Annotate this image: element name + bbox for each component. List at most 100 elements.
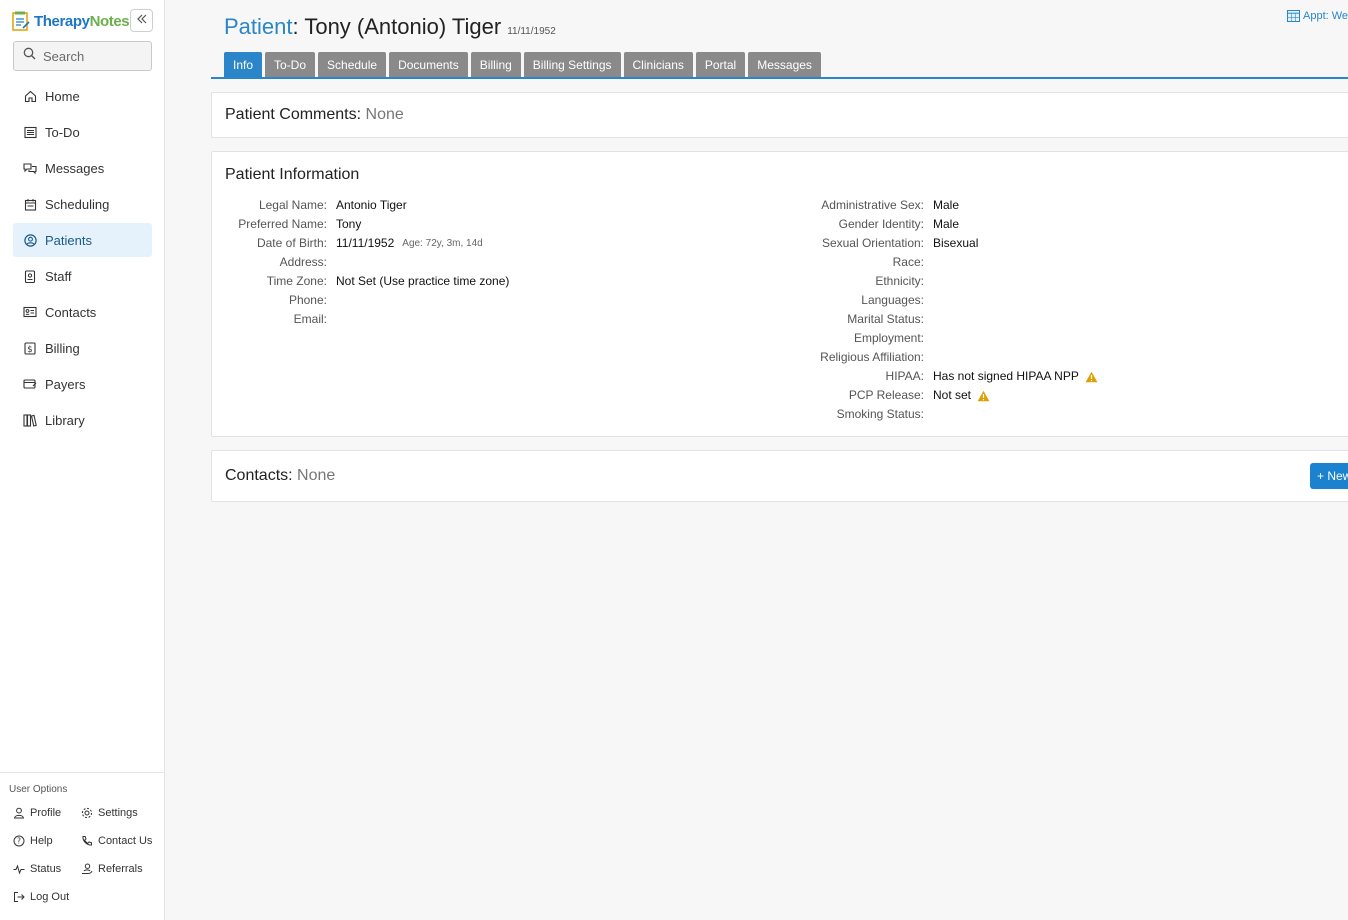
phone-row: Phone: — [288, 293, 327, 307]
books-icon — [23, 413, 37, 427]
user-options: User Options Profile Settings ? Help Con… — [0, 772, 165, 904]
hipaa-row: HIPAA: Has not signed HIPAA NPP — [772, 367, 1098, 386]
sidebar-nav: Home To-Do Messages Scheduling Patients … — [13, 79, 152, 439]
legal-name-row: Legal Name: Antonio Tiger — [258, 198, 407, 212]
home-icon — [23, 89, 37, 103]
ethnicity-row: Ethnicity: — [875, 274, 924, 288]
gender-identity-row: Gender Identity: Male — [838, 217, 960, 231]
contacts-heading: Contacts: None — [225, 467, 336, 484]
sidebar-item-label: Billing — [45, 340, 80, 356]
time-zone-row: Time Zone: Not Set (Use practice time zon… — [266, 274, 510, 288]
sidebar-item-home[interactable]: Home — [13, 79, 152, 113]
patient-information-panel: Patient Information Legal Name: Antonio T… — [211, 151, 1348, 437]
calendar-grid-icon — [1287, 10, 1300, 22]
tab-billing[interactable]: Billing — [470, 52, 521, 77]
main-content: Patient: Tony (Antonio) Tiger 11/11/1952 … — [165, 0, 1348, 920]
chat-bubbles-icon — [23, 161, 37, 175]
dollar-icon: $ — [23, 341, 37, 355]
profile-link[interactable]: Profile — [13, 806, 81, 820]
email-row: Email: — [293, 312, 327, 326]
patient-comments-panel: Patient Comments: None — [211, 92, 1348, 138]
sidebar-item-label: To-Do — [45, 124, 80, 140]
settings-link[interactable]: Settings — [81, 806, 171, 820]
tab-info[interactable]: Info — [224, 52, 263, 77]
app-logo-text: TherapyNotes — [34, 12, 130, 30]
tab-portal[interactable]: Portal — [695, 52, 746, 77]
search-input[interactable] — [43, 48, 143, 64]
sidebar-item-contacts[interactable]: Contacts — [13, 295, 152, 329]
warning-triangle-icon — [977, 390, 990, 402]
contacts-value: None — [297, 467, 336, 484]
log-out-link[interactable]: Log Out — [13, 890, 81, 904]
sidebar-item-label: Library — [45, 412, 85, 428]
new-contact-button[interactable]: + New — [1310, 463, 1348, 489]
race-row: Race: — [892, 255, 924, 269]
smoking-status-row: Smoking Status: — [836, 407, 924, 421]
patient-name: Tony (Antonio) Tiger — [304, 14, 502, 39]
date-of-birth-row: Date of Birth: 11/11/1952 Age: 72y, 3m, 14… — [224, 234, 509, 253]
preferred-name-row: Preferred Name: Tony — [238, 217, 362, 231]
tab-todo[interactable]: To-Do — [265, 52, 316, 77]
sidebar-item-todo[interactable]: To-Do — [13, 115, 152, 149]
sidebar-item-staff[interactable]: Staff — [13, 259, 152, 293]
contacts-panel: Contacts: None — [211, 450, 1348, 502]
warning-triangle-icon — [1085, 371, 1098, 383]
marital-status-row: Marital Status: — [847, 312, 924, 326]
pcp-release-row: PCP Release: Not set — [772, 386, 1098, 405]
patient-comments-value: None — [365, 106, 404, 123]
sidebar-item-billing[interactable]: $ Billing — [13, 331, 152, 365]
id-badge-icon — [23, 269, 37, 283]
search-box[interactable] — [13, 41, 152, 71]
contact-card-icon — [23, 305, 37, 319]
sidebar-item-payers[interactable]: Payers — [13, 367, 152, 401]
address-row: Address: — [279, 255, 327, 269]
demographics-left: Legal Name: Antonio Tiger Preferred Name:… — [224, 196, 509, 329]
patient-tabs: Info To-Do Schedule Documents Billing Bi… — [224, 52, 824, 77]
help-link[interactable]: ? Help — [13, 834, 81, 848]
svg-text:?: ? — [17, 837, 21, 846]
patient-comments-heading: Patient Comments: None — [225, 106, 404, 123]
sidebar-item-library[interactable]: Library — [13, 403, 152, 437]
notepad-logo-icon — [12, 11, 30, 31]
user-circle-icon — [23, 233, 37, 247]
patient-dob: 11/11/1952 — [507, 26, 556, 37]
sidebar-item-label: Contacts — [45, 304, 97, 320]
page-title: Patient: Tony (Antonio) Tiger 11/11/1952 — [224, 14, 556, 39]
referrals-link[interactable]: Referrals — [81, 862, 171, 876]
double-chevron-left-icon — [136, 12, 148, 30]
religious-affiliation-row: Religious Affiliation: — [820, 350, 924, 364]
employment-row: Employment: — [853, 331, 924, 345]
demographics-right: Administrative Sex: Male Gender Identity:… — [772, 196, 1098, 424]
sidebar-item-messages[interactable]: Messages — [13, 151, 152, 185]
collapse-sidebar-button[interactable] — [130, 9, 153, 32]
tab-messages[interactable]: Messages — [748, 52, 821, 77]
sidebar-item-label: Scheduling — [45, 196, 110, 212]
tab-documents[interactable]: Documents — [389, 52, 468, 77]
tab-underline — [211, 77, 1348, 79]
logout-icon — [13, 891, 25, 903]
sidebar-item-scheduling[interactable]: Scheduling — [13, 187, 152, 221]
status-link[interactable]: Status — [13, 862, 81, 876]
appointment-link[interactable]: Appt: Wed — [1287, 10, 1348, 22]
phone-icon — [81, 835, 93, 847]
sexual-orientation-row: Sexual Orientation: Bisexual — [821, 236, 979, 250]
administrative-sex-row: Administrative Sex: Male — [821, 198, 960, 212]
user-options-title: User Options — [9, 784, 68, 795]
languages-row: Languages: — [861, 293, 924, 307]
tab-billing-settings[interactable]: Billing Settings — [523, 52, 621, 77]
tab-clinicians[interactable]: Clinicians — [623, 52, 693, 77]
patient-information-heading: Patient Information — [225, 166, 360, 183]
person-icon — [13, 807, 25, 819]
contact-us-link[interactable]: Contact Us — [81, 834, 171, 848]
sidebar: TherapyNotes Home To-Do Messages Schedul… — [0, 0, 165, 920]
sidebar-item-label: Patients — [45, 232, 92, 248]
sidebar-item-label: Staff — [45, 268, 72, 284]
svg-text:$: $ — [27, 345, 32, 355]
sidebar-item-patients[interactable]: Patients — [13, 223, 152, 257]
person-handoff-icon — [81, 863, 93, 875]
tab-schedule[interactable]: Schedule — [318, 52, 387, 77]
sidebar-item-label: Home — [45, 88, 80, 104]
sidebar-item-label: Messages — [45, 160, 105, 176]
page-title-label: Patient — [224, 14, 293, 39]
question-circle-icon: ? — [13, 835, 25, 847]
